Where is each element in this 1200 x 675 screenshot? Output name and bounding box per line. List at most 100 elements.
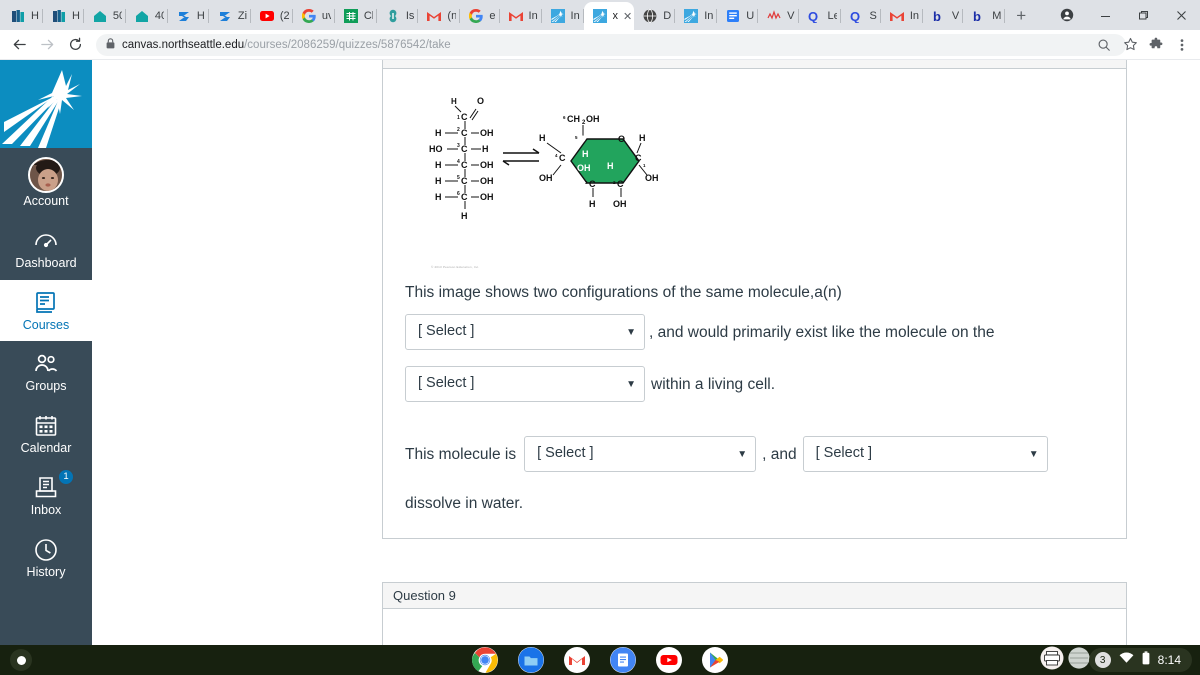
docs-icon[interactable]	[610, 647, 636, 673]
tab-title: In	[528, 10, 538, 22]
browser-tab[interactable]: Cl	[335, 2, 377, 30]
svg-text:OH: OH	[480, 192, 494, 202]
question-line-1-after: , and would primarily exist like the mol…	[649, 323, 995, 341]
gmail-icon[interactable]	[564, 647, 590, 673]
north-seattle-college-logo[interactable]	[0, 60, 92, 148]
browser-tab[interactable]: H	[168, 2, 209, 30]
browser-tab-active[interactable]: x ✕	[583, 2, 635, 30]
browser-tab[interactable]: U	[717, 2, 759, 30]
minimize-button[interactable]	[1086, 0, 1124, 30]
browser-tab[interactable]: bV	[923, 2, 964, 30]
maximize-restore-button[interactable]	[1124, 0, 1162, 30]
sidebar-item-calendar[interactable]: Calendar	[0, 403, 92, 465]
launcher-icon[interactable]	[10, 649, 32, 671]
printer-icon[interactable]	[1040, 646, 1064, 675]
svg-text:H: H	[435, 160, 442, 170]
sidebar-item-dashboard[interactable]: Dashboard	[0, 218, 92, 280]
svg-text:b: b	[933, 9, 941, 23]
address-bar[interactable]: canvas.northseattle.edu/courses/2086259/…	[96, 33, 1126, 56]
browser-tab[interactable]: bM	[963, 2, 1006, 30]
svg-text:C: C	[617, 179, 624, 189]
puzzle-icon[interactable]	[1144, 33, 1168, 57]
chevron-down-icon: ▼	[1028, 448, 1039, 460]
browser-tab[interactable]: Is	[377, 2, 419, 30]
files-icon[interactable]	[518, 647, 544, 673]
select-polarity-value: [ Select ]	[537, 445, 594, 462]
browser-tab[interactable]: Q Le	[799, 2, 841, 30]
quizlet-icon: Q	[849, 8, 865, 24]
select-molecule-side[interactable]: [ Select ] ▼	[405, 366, 645, 403]
browser-tab[interactable]: D	[634, 2, 676, 30]
youtube-icon[interactable]	[656, 647, 682, 673]
canvas-star-icon	[550, 8, 566, 24]
tab-title: Cl	[363, 10, 373, 22]
browser-tab[interactable]: In	[675, 2, 718, 30]
browser-window: HH5040HZi(2uvClIs(neInInx✕DInUVQLeQSInbV…	[0, 0, 1200, 645]
svg-text:b: b	[973, 9, 981, 23]
lock-icon	[106, 38, 115, 51]
quiz-content: H O 1 C H 2 C OH HO 3 C H H 4 C OH H 5 C…	[92, 60, 1200, 645]
three-dot-menu-icon[interactable]	[1170, 33, 1194, 57]
browser-tab[interactable]: 50	[84, 2, 126, 30]
chrome-icon[interactable]	[472, 647, 498, 673]
tab-title: H	[31, 10, 39, 22]
tab-title: x	[612, 10, 619, 22]
browser-tab[interactable]: (n	[418, 2, 461, 30]
sidebar-item-label: Inbox	[30, 502, 62, 517]
home-icon	[92, 8, 108, 24]
star-icon[interactable]	[1118, 33, 1142, 57]
browser-tab[interactable]: In	[881, 2, 923, 30]
svg-text:OH: OH	[480, 160, 494, 170]
browser-tab[interactable]: e	[460, 2, 500, 30]
svg-text:5: 5	[575, 135, 578, 140]
sidebar-item-courses[interactable]: Courses	[0, 279, 92, 342]
svg-text:OH: OH	[613, 199, 627, 209]
browser-tab[interactable]: H	[2, 2, 43, 30]
svg-text:1: 1	[457, 115, 460, 121]
browser-tab[interactable]: In	[500, 2, 542, 30]
svg-text:C: C	[461, 128, 468, 138]
dashboard-gauge-icon	[32, 227, 60, 255]
tab-title: H	[71, 10, 80, 22]
profile-avatar-icon[interactable]	[1048, 0, 1086, 30]
svg-text:H: H	[461, 211, 468, 221]
browser-tab[interactable]: V	[758, 2, 799, 30]
canvas-star-icon	[683, 8, 699, 24]
svg-text:O: O	[618, 134, 625, 144]
play-store-icon[interactable]	[702, 647, 728, 673]
back-arrow-icon[interactable]	[6, 32, 32, 58]
search-icon[interactable]	[1092, 33, 1116, 57]
browser-tab[interactable]: H	[43, 2, 84, 30]
sidebar-item-label: Calendar	[20, 441, 72, 455]
sidebar-item-account[interactable]: Account	[0, 148, 92, 218]
svg-text:Q: Q	[850, 9, 860, 23]
browser-tab[interactable]: In	[542, 2, 584, 30]
svg-text:H: H	[435, 192, 442, 202]
screen-capture-icon[interactable]	[1068, 646, 1090, 674]
browser-tab[interactable]: 40	[126, 2, 168, 30]
sidebar-item-history[interactable]: History	[0, 527, 92, 589]
close-tab-icon[interactable]: ✕	[623, 10, 632, 23]
select-solubility[interactable]: [ Select ] ▼	[802, 436, 1048, 473]
global-nav-items: Account Dashboard Courses Groups Calendar 1 In…	[0, 148, 92, 588]
sidebar-item-label: Courses	[22, 317, 70, 332]
history-clock-icon	[32, 536, 60, 564]
browser-tab[interactable]: QS	[841, 2, 881, 30]
select-molecule-type[interactable]: [ Select ] ▼	[405, 314, 645, 351]
reload-icon[interactable]	[62, 32, 88, 58]
question-2-after: dissolve in water.	[405, 495, 524, 513]
sidebar-item-label: History	[26, 564, 66, 579]
select-polarity[interactable]: [ Select ] ▼	[524, 436, 757, 473]
canvas-star-icon	[592, 8, 608, 24]
sidebar-item-inbox[interactable]: 1 Inbox	[0, 465, 92, 527]
forward-arrow-icon[interactable]	[34, 32, 60, 58]
tab-title: In	[909, 10, 919, 22]
status-tray[interactable]: 3 8:14	[1088, 648, 1192, 672]
browser-tab[interactable]: uv	[293, 2, 335, 30]
sidebar-item-groups[interactable]: Groups	[0, 341, 92, 403]
new-tab-button[interactable]: +	[1007, 2, 1035, 30]
close-window-button[interactable]	[1162, 0, 1200, 30]
browser-tab[interactable]: Zi	[209, 2, 251, 30]
svg-text:6: 6	[563, 115, 566, 120]
browser-tab[interactable]: (2	[251, 2, 293, 30]
